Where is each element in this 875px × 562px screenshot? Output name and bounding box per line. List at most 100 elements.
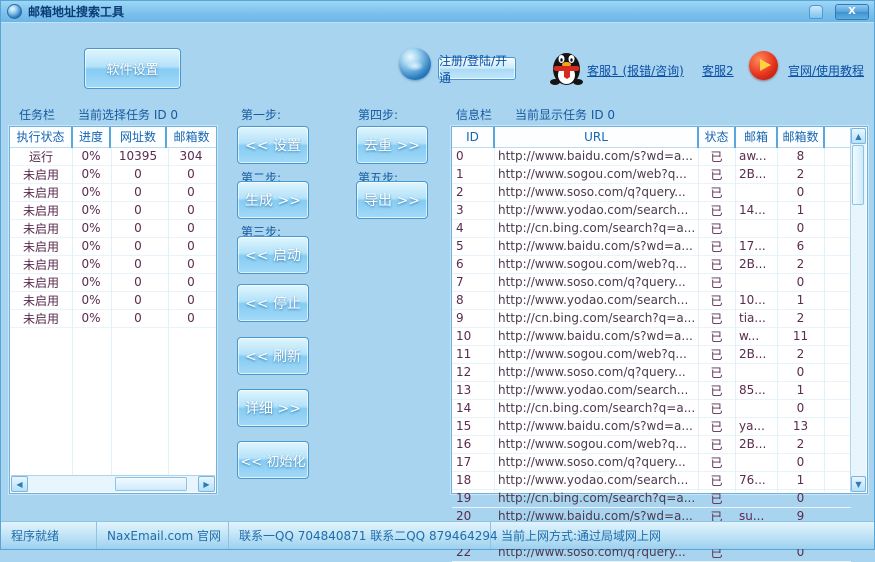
- scroll-right-icon[interactable]: ▶: [198, 476, 215, 492]
- stop-button[interactable]: << 停止: [237, 284, 309, 322]
- table-row[interactable]: 6 http://www.sogou.com/web?q... 已 2B... 2: [452, 255, 851, 274]
- table-cell-filler: [824, 435, 851, 454]
- column-header[interactable]: ID: [452, 127, 495, 148]
- start-button[interactable]: << 启动: [237, 236, 309, 274]
- table-cell: 已: [698, 381, 735, 400]
- table-row[interactable]: 1 http://www.sogou.com/web?q... 已 2B... 2: [452, 165, 851, 184]
- table-row[interactable]: 9 http://cn.bing.com/search?q=a... 已 tia...…: [452, 309, 851, 328]
- register-login-button[interactable]: 注册/登陆/开通: [438, 54, 516, 85]
- table-cell: 1: [777, 471, 824, 490]
- table-cell: [735, 219, 777, 238]
- close-button[interactable]: X: [835, 4, 869, 20]
- export-button[interactable]: 导出 >>: [356, 181, 428, 219]
- table-cell: 11: [777, 327, 824, 346]
- table-row[interactable]: 2 http://www.soso.com/q?query... 已 0: [452, 183, 851, 202]
- dedup-button[interactable]: 去重 >>: [356, 126, 428, 164]
- column-header[interactable]: 状态: [698, 127, 736, 148]
- column-header[interactable]: 进度: [72, 127, 111, 148]
- website-status[interactable]: NaxEmail.com 官网: [97, 522, 229, 549]
- table-cell: 已: [698, 183, 735, 202]
- table-row[interactable]: 运行 0% 10395 304: [10, 147, 216, 166]
- table-cell: 0: [777, 489, 824, 508]
- table-cell: 已: [698, 273, 735, 292]
- table-cell: [735, 453, 777, 472]
- table-cell: aw...: [735, 147, 777, 166]
- table-row[interactable]: 13 http://www.yodao.com/search... 已 85... 1: [452, 381, 851, 400]
- support1-link[interactable]: 客服1 (报错/咨询): [587, 62, 684, 79]
- init-button[interactable]: << 初始化: [237, 441, 309, 479]
- scrollbar-thumb[interactable]: [852, 145, 864, 205]
- table-row[interactable]: 4 http://cn.bing.com/search?q=a... 已 0: [452, 219, 851, 238]
- table-row[interactable]: 14 http://cn.bing.com/search?q=a... 已 0: [452, 399, 851, 418]
- settings-button[interactable]: 软件设置: [84, 48, 181, 89]
- scroll-left-icon[interactable]: ◀: [11, 476, 28, 492]
- table-row[interactable]: 未启用 0% 0 0: [10, 165, 216, 184]
- table-row[interactable]: 未启用 0% 0 0: [10, 183, 216, 202]
- table-row[interactable]: 3 http://www.yodao.com/search... 已 14... 1: [452, 201, 851, 220]
- table-cell-filler: [824, 417, 851, 436]
- table-cell: 0: [110, 165, 166, 184]
- column-header[interactable]: 邮箱数: [166, 127, 216, 148]
- tutorial-link[interactable]: 官网/使用教程: [788, 62, 864, 79]
- table-cell: 已: [698, 345, 735, 364]
- table-row[interactable]: 7 http://www.soso.com/q?query... 已 0: [452, 273, 851, 292]
- table-row[interactable]: 15 http://www.baidu.com/s?wd=a... 已 ya... 13: [452, 417, 851, 436]
- column-header[interactable]: 网址数: [110, 127, 167, 148]
- table-row[interactable]: 10 http://www.baidu.com/s?wd=a... 已 w... 11: [452, 327, 851, 346]
- table-cell: 76...: [735, 471, 777, 490]
- setup-button[interactable]: << 设置: [237, 126, 309, 164]
- table-row[interactable]: 未启用 0% 0 0: [10, 255, 216, 274]
- table-cell: 运行: [10, 147, 72, 166]
- support2-link[interactable]: 客服2: [702, 62, 734, 79]
- table-row[interactable]: 18 http://www.yodao.com/search... 已 76... 1: [452, 471, 851, 490]
- table-row[interactable]: 未启用 0% 0 0: [10, 201, 216, 220]
- step1-label: 第一步:: [241, 108, 282, 122]
- table-row[interactable]: 未启用 0% 0 0: [10, 291, 216, 310]
- table-cell-filler: [824, 183, 851, 202]
- table-cell: 0: [166, 291, 216, 310]
- table-row[interactable]: 19 http://cn.bing.com/search?q=a... 已 0: [452, 489, 851, 508]
- table-cell: http://www.baidu.com/s?wd=a...: [494, 237, 698, 256]
- table-row[interactable]: 16 http://www.sogou.com/web?q... 已 2B... 2: [452, 435, 851, 454]
- table-cell-filler: [824, 471, 851, 490]
- tray-icon[interactable]: [809, 5, 823, 19]
- table-cell-filler: [824, 219, 851, 238]
- table-cell: http://www.soso.com/q?query...: [494, 453, 698, 472]
- table-row[interactable]: 12 http://www.soso.com/q?query... 已 0: [452, 363, 851, 382]
- task-horizontal-scrollbar[interactable]: ◀ ▶: [11, 475, 215, 492]
- info-vertical-scrollbar[interactable]: ▲ ▼: [850, 128, 866, 492]
- table-row[interactable]: 未启用 0% 0 0: [10, 237, 216, 256]
- table-row[interactable]: 5 http://www.baidu.com/s?wd=a... 已 17... 6: [452, 237, 851, 256]
- grid-line: [735, 148, 736, 492]
- generate-button[interactable]: 生成 >>: [237, 181, 309, 219]
- table-row[interactable]: 未启用 0% 0 0: [10, 219, 216, 238]
- table-row[interactable]: 8 http://www.yodao.com/search... 已 10... 1: [452, 291, 851, 310]
- table-row[interactable]: 17 http://www.soso.com/q?query... 已 0: [452, 453, 851, 472]
- table-cell: 已: [698, 255, 735, 274]
- table-row[interactable]: 0 http://www.baidu.com/s?wd=a... 已 aw... 8: [452, 147, 851, 166]
- scroll-down-icon[interactable]: ▼: [851, 476, 866, 492]
- table-row[interactable]: 未启用 0% 0 0: [10, 273, 216, 292]
- table-cell: 2B...: [735, 255, 777, 274]
- column-header[interactable]: 邮箱: [735, 127, 778, 148]
- table-cell: 10: [452, 327, 494, 346]
- table-row[interactable]: 未启用 0% 0 0: [10, 309, 216, 328]
- scrollbar-thumb[interactable]: [115, 477, 187, 491]
- info-table-header[interactable]: ID URL 状态 邮箱 邮箱数: [452, 127, 851, 148]
- title-bar[interactable]: 邮箱地址搜索工具 X: [1, 1, 874, 23]
- column-header-filler: [824, 127, 851, 148]
- grid-line: [777, 148, 778, 492]
- column-header[interactable]: URL: [494, 127, 699, 148]
- play-icon: [749, 51, 778, 80]
- refresh-button[interactable]: << 刷新: [237, 337, 309, 375]
- scroll-up-icon[interactable]: ▲: [851, 128, 866, 144]
- detail-button[interactable]: 详细 >>: [237, 389, 309, 427]
- table-row[interactable]: 11 http://www.sogou.com/web?q... 已 2B... 2: [452, 345, 851, 364]
- contact-status: 联系一QQ 704840871 联系二QQ 879464294: [229, 522, 498, 549]
- table-cell: http://www.soso.com/q?query...: [494, 183, 698, 202]
- task-table-header[interactable]: 执行状态 进度 网址数 邮箱数: [10, 127, 216, 148]
- table-cell: 0%: [72, 201, 110, 220]
- column-header[interactable]: 执行状态: [10, 127, 73, 148]
- globe-app-icon: [7, 4, 22, 19]
- column-header[interactable]: 邮箱数: [777, 127, 825, 148]
